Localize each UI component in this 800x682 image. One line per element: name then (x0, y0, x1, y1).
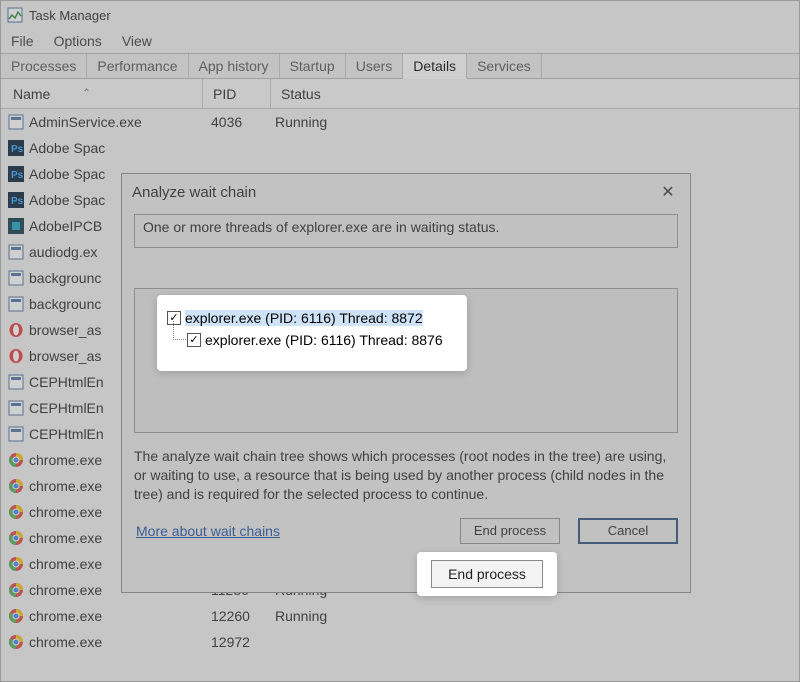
end-process-button[interactable]: End process (431, 560, 543, 588)
chrome-icon (7, 504, 25, 520)
menu-options[interactable]: Options (46, 31, 110, 51)
generic-icon (7, 244, 25, 260)
tab-startup[interactable]: Startup (280, 54, 346, 78)
generic-icon (7, 374, 25, 390)
close-icon[interactable]: ✕ (656, 180, 680, 204)
tab-processes[interactable]: Processes (1, 54, 87, 78)
chrome-icon (7, 452, 25, 468)
dialog-titlebar: Analyze wait chain ✕ (122, 174, 690, 208)
process-pid: 12972 (207, 634, 275, 650)
table-row[interactable]: chrome.exe12972 (1, 629, 799, 655)
analyze-wait-chain-dialog: Analyze wait chain ✕ One or more threads… (121, 173, 691, 593)
tab-app-history[interactable]: App history (189, 54, 280, 78)
task-manager-window: Task Manager File Options View Processes… (0, 0, 800, 682)
menubar: File Options View (1, 29, 799, 53)
tab-users[interactable]: Users (346, 54, 404, 78)
task-manager-icon (7, 7, 23, 23)
adobe-icon (7, 218, 25, 234)
process-name: Adobe Spac (29, 140, 207, 156)
tab-performance[interactable]: Performance (87, 54, 188, 78)
svg-text:Ps: Ps (11, 144, 24, 155)
details-columns: Name ⌃ PID Status (1, 79, 799, 109)
tab-details[interactable]: Details (403, 54, 467, 79)
dialog-info-text: One or more threads of explorer.exe are … (134, 214, 678, 248)
process-pid: 12260 (207, 608, 275, 624)
photoshop-icon: Ps (7, 140, 25, 156)
end-process-button-bg[interactable]: End process (460, 518, 560, 544)
generic-icon (7, 114, 25, 130)
window-title: Task Manager (29, 8, 111, 23)
dialog-explain-text: The analyze wait chain tree shows which … (134, 447, 678, 504)
tab-services[interactable]: Services (467, 54, 542, 78)
svg-text:Ps: Ps (11, 170, 24, 181)
generic-icon (7, 270, 25, 286)
process-status: Running (275, 114, 799, 130)
generic-icon (7, 400, 25, 416)
chrome-icon (7, 530, 25, 546)
process-name: chrome.exe (29, 634, 207, 650)
generic-icon (7, 426, 25, 442)
chrome-icon (7, 556, 25, 572)
sort-indicator-icon: ⌃ (82, 88, 90, 99)
process-name: chrome.exe (29, 608, 207, 624)
chrome-icon (7, 478, 25, 494)
column-name[interactable]: Name ⌃ (1, 79, 203, 108)
chrome-icon (7, 634, 25, 650)
dialog-actions: More about wait chains End process Cance… (134, 518, 678, 544)
photoshop-icon: Ps (7, 192, 25, 208)
table-row[interactable]: AdminService.exe4036Running (1, 109, 799, 135)
checkbox-icon[interactable]: ✓ (187, 333, 201, 347)
opera-icon (7, 322, 25, 338)
menu-file[interactable]: File (3, 31, 42, 51)
tree-row-child[interactable]: ✓ explorer.exe (PID: 6116) Thread: 8876 (167, 329, 457, 351)
more-about-link[interactable]: More about wait chains (136, 523, 280, 539)
cancel-button[interactable]: Cancel (578, 518, 678, 544)
titlebar: Task Manager (1, 1, 799, 29)
tree-row-label: explorer.exe (PID: 6116) Thread: 8872 (185, 310, 423, 326)
tree-row-root[interactable]: ✓ explorer.exe (PID: 6116) Thread: 8872 (167, 307, 457, 329)
dialog-body: One or more threads of explorer.exe are … (122, 208, 690, 554)
menu-view[interactable]: View (114, 31, 160, 51)
tree-row-label: explorer.exe (PID: 6116) Thread: 8876 (205, 332, 443, 348)
end-process-spotlight: End process (417, 552, 557, 596)
table-row[interactable]: chrome.exe12260Running (1, 603, 799, 629)
tree-spotlight: ✓ explorer.exe (PID: 6116) Thread: 8872 … (157, 295, 467, 371)
process-status: Running (275, 608, 799, 624)
table-row[interactable]: Ps Adobe Spac (1, 135, 799, 161)
generic-icon (7, 296, 25, 312)
opera-icon (7, 348, 25, 364)
process-name: AdminService.exe (29, 114, 207, 130)
chrome-icon (7, 582, 25, 598)
photoshop-icon: Ps (7, 166, 25, 182)
column-pid[interactable]: PID (203, 79, 271, 108)
details-tabbar: Processes Performance App history Startu… (1, 53, 799, 79)
chrome-icon (7, 608, 25, 624)
dialog-title: Analyze wait chain (132, 184, 256, 201)
svg-text:Ps: Ps (11, 196, 24, 207)
column-status[interactable]: Status (271, 86, 799, 102)
process-pid: 4036 (207, 114, 275, 130)
